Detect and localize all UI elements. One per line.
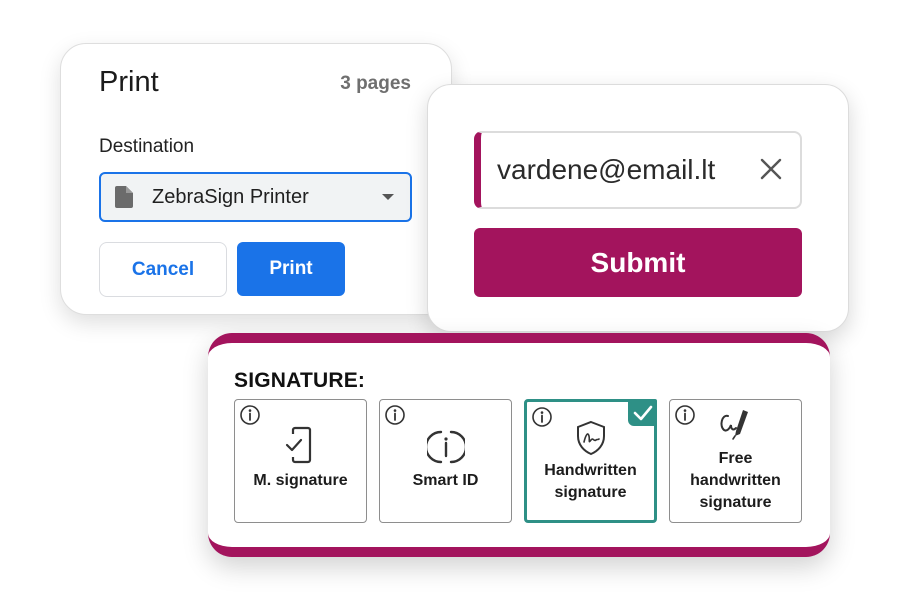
destination-label: Destination <box>99 136 195 157</box>
signature-option-label: Smart ID <box>412 472 479 489</box>
print-button[interactable]: Print <box>237 242 345 296</box>
app-stage: Print 3 pages Destination ZebraSign Prin… <box>0 0 901 601</box>
close-icon[interactable] <box>758 156 784 182</box>
print-dialog: Print 3 pages Destination ZebraSign Prin… <box>60 43 452 315</box>
signature-option-handwritten[interactable]: Handwritten signature <box>524 399 657 523</box>
chevron-down-icon <box>382 194 394 200</box>
email-input[interactable]: vardene@email.lt <box>474 131 802 209</box>
info-icon[interactable] <box>531 406 553 428</box>
info-icon[interactable] <box>239 404 261 426</box>
email-value: vardene@email.lt <box>497 154 716 185</box>
destination-value: ZebraSign Printer <box>152 185 309 208</box>
signature-option-mobile[interactable]: M. signature <box>234 399 367 523</box>
selected-check-icon <box>628 399 657 426</box>
info-icon[interactable] <box>674 404 696 426</box>
signature-option-free-handwritten[interactable]: Free handwritten signature <box>669 399 802 523</box>
phone-check-icon <box>285 426 311 464</box>
signature-panel: SIGNATURE: M. signature Smart ID Handwri… <box>208 333 830 557</box>
smart-id-icon <box>426 430 465 464</box>
info-icon[interactable] <box>384 404 406 426</box>
shield-signature-icon <box>576 420 605 456</box>
submit-button[interactable]: Submit <box>474 228 802 297</box>
cancel-button[interactable]: Cancel <box>99 242 227 297</box>
signature-option-smart-id[interactable]: Smart ID <box>379 399 512 523</box>
signature-option-label: Handwritten signature <box>544 462 637 501</box>
signature-option-label: Free handwritten signature <box>690 450 781 511</box>
document-icon <box>115 186 133 208</box>
email-form-card: vardene@email.lt Submit <box>427 84 849 332</box>
signature-option-label: M. signature <box>253 472 348 489</box>
pen-signature-icon <box>719 410 748 440</box>
signature-title: SIGNATURE: <box>234 369 366 392</box>
page-count: 3 pages <box>340 73 411 94</box>
destination-select[interactable]: ZebraSign Printer <box>99 172 412 222</box>
print-dialog-title: Print <box>99 66 159 98</box>
